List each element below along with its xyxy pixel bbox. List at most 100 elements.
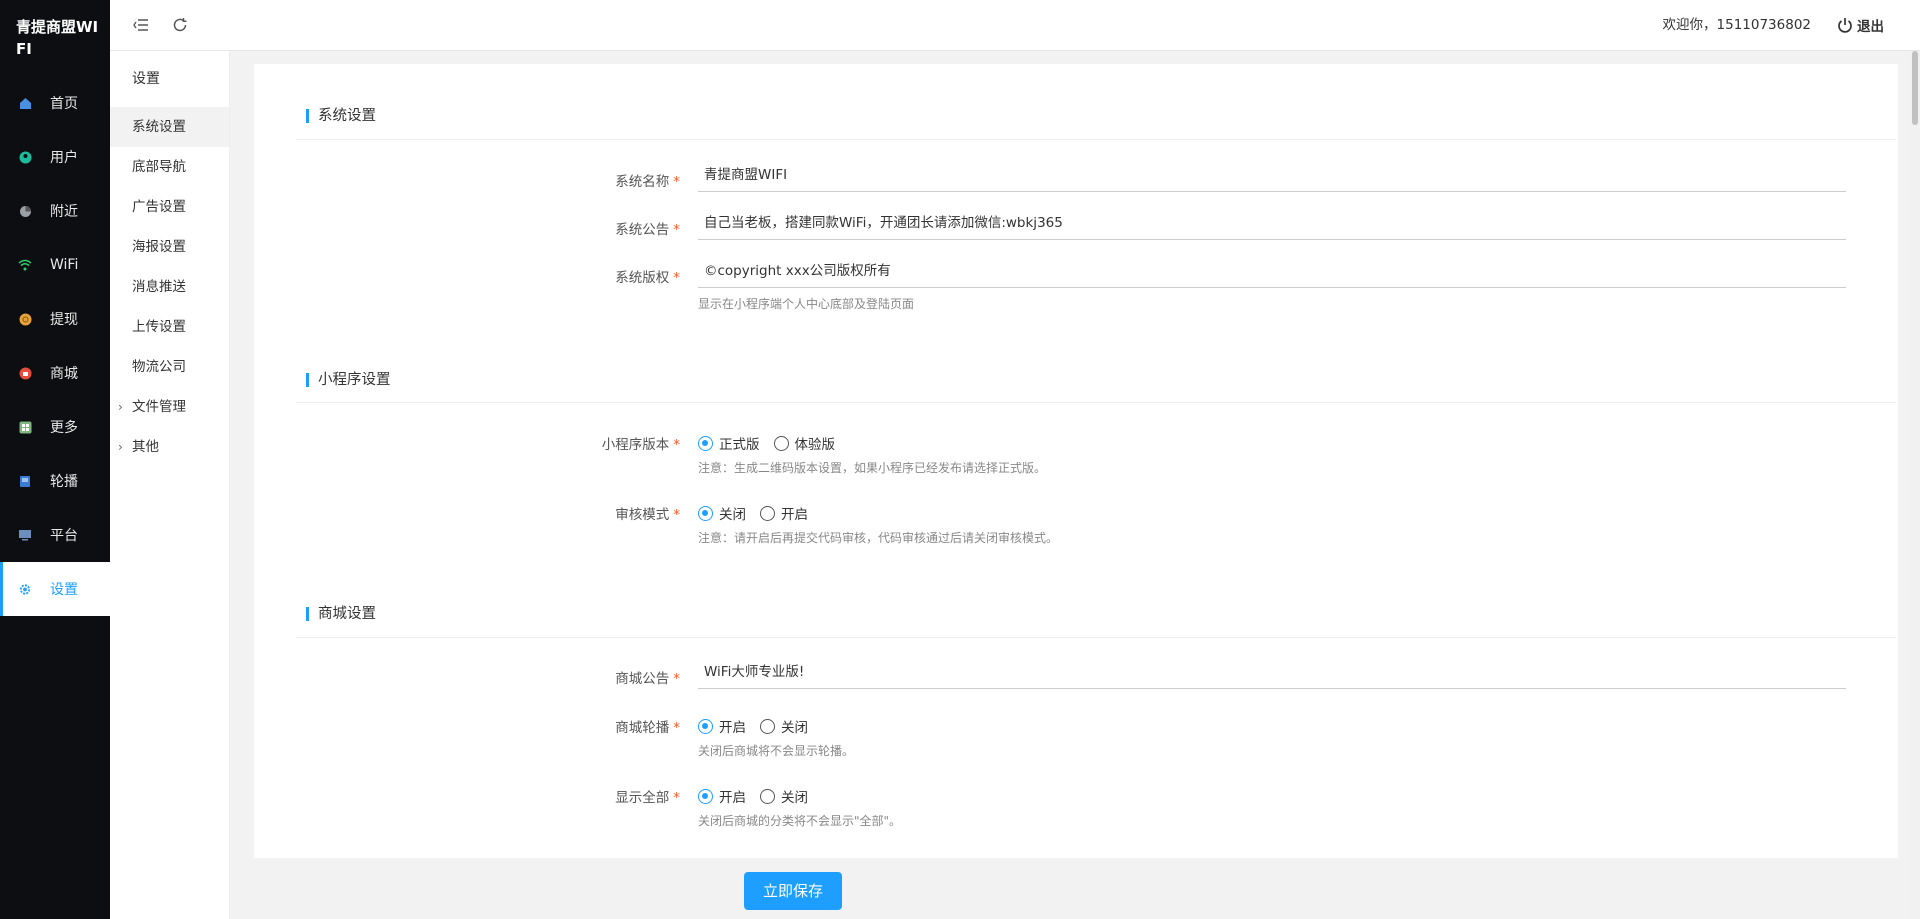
- sidebar-item-7[interactable]: 轮播: [0, 454, 110, 508]
- system-copyright-input[interactable]: [698, 254, 1846, 288]
- location-icon: [18, 204, 32, 218]
- radio-unchecked-icon: [760, 505, 775, 521]
- sidebar-item-label: 轮播: [50, 474, 78, 490]
- sidebar-item-label: 首页: [50, 96, 78, 112]
- sidebar-item-1[interactable]: 用户: [0, 130, 110, 184]
- power-icon: [1838, 18, 1852, 33]
- submenu-item-label: 广告设置: [132, 199, 186, 215]
- review-option-on[interactable]: 开启: [760, 503, 808, 523]
- review-label: 审核模式 *: [615, 507, 680, 523]
- review-radio-group: 关闭 开启: [698, 503, 822, 523]
- logout-label: 退出: [1857, 19, 1884, 35]
- system-notice-input[interactable]: [698, 206, 1846, 240]
- radio-checked-icon: [698, 435, 713, 451]
- user-icon: [18, 150, 32, 164]
- review-option-off[interactable]: 关闭: [698, 503, 746, 523]
- system-copyright-label: 系统版权 *: [615, 270, 680, 286]
- shop-notice-input[interactable]: [698, 655, 1846, 689]
- submenu-item-label: 其他: [132, 439, 159, 455]
- submenu-item-6[interactable]: 物流公司: [110, 347, 229, 387]
- submenu-item-3[interactable]: 海报设置: [110, 227, 229, 267]
- submenu-item-0[interactable]: 系统设置: [110, 107, 229, 147]
- submenu-item-1[interactable]: 底部导航: [110, 147, 229, 187]
- refresh-icon: [173, 18, 187, 32]
- shop-carousel-label: 商城轮播 *: [615, 720, 680, 736]
- version-option-release[interactable]: 正式版: [698, 433, 760, 453]
- sidebar-item-3[interactable]: WiFi: [0, 238, 110, 292]
- main-sidebar: 青提商盟WIFI 首页用户附近 WiFi 提现商城更多轮播平台设置: [0, 0, 110, 919]
- home-icon: [18, 96, 32, 110]
- carousel-icon: [18, 474, 32, 488]
- sidebar-item-label: 用户: [50, 150, 78, 166]
- shop-notice-label: 商城公告 *: [615, 671, 680, 687]
- chevron-right-icon: ›: [118, 440, 123, 454]
- radio-unchecked-icon: [760, 718, 775, 734]
- brand-logo: 青提商盟WIFI: [16, 18, 99, 58]
- coin-icon: [18, 312, 32, 326]
- sidebar-item-9[interactable]: 设置: [0, 562, 110, 616]
- review-hint: 注意：请开启后再提交代码审核，代码审核通过后请关闭审核模式。: [698, 531, 1059, 545]
- section-divider: [296, 637, 1896, 638]
- sidebar-item-label: WiFi: [50, 257, 79, 273]
- radio-unchecked-icon: [760, 788, 775, 804]
- submenu-item-label: 文件管理: [132, 399, 186, 415]
- system-name-label: 系统名称 *: [615, 174, 680, 190]
- showall-radio-group: 开启 关闭: [698, 786, 822, 806]
- sidebar-item-label: 平台: [50, 528, 78, 544]
- section-title-system: 系统设置: [306, 105, 376, 127]
- scrollbar-thumb[interactable]: [1912, 51, 1918, 125]
- submenu-item-label: 消息推送: [132, 279, 186, 295]
- showall-option-on[interactable]: 开启: [698, 786, 746, 806]
- sidebar-item-8[interactable]: 平台: [0, 508, 110, 562]
- version-label: 小程序版本 *: [601, 437, 680, 453]
- gear-icon: [18, 582, 32, 596]
- submenu-item-5[interactable]: 上传设置: [110, 307, 229, 347]
- version-radio-group: 正式版 体验版: [698, 433, 849, 453]
- submenu-item-label: 物流公司: [132, 359, 186, 375]
- section-divider: [296, 139, 1896, 140]
- menu-fold-icon: [133, 19, 148, 31]
- sidebar-item-label: 更多: [50, 420, 78, 436]
- settings-form: 系统设置 系统名称* 系统公告* 系统版权* 显示在小程序端个人中心底部及登陆页…: [254, 64, 1898, 858]
- sidebar-item-4[interactable]: 提现: [0, 292, 110, 346]
- carousel-option-on[interactable]: 开启: [698, 716, 746, 736]
- save-button[interactable]: 立即保存: [744, 872, 842, 910]
- sidebar-item-2[interactable]: 附近: [0, 184, 110, 238]
- submenu-item-label: 底部导航: [132, 159, 186, 175]
- submenu-item-8[interactable]: › 其他: [110, 427, 229, 467]
- grid-icon: [18, 420, 32, 434]
- sidebar-item-label: 商城: [50, 366, 78, 382]
- radio-unchecked-icon: [773, 435, 789, 451]
- copyright-hint: 显示在小程序端个人中心底部及登陆页面: [698, 297, 915, 311]
- system-notice-label: 系统公告 *: [615, 222, 680, 238]
- collapse-menu-button[interactable]: [130, 14, 152, 36]
- system-name-input[interactable]: [698, 158, 1846, 192]
- settings-submenu: 设置 系统设置底部导航广告设置海报设置消息推送上传设置物流公司 › 文件管理 › 其他: [110, 51, 230, 919]
- sidebar-item-label: 提现: [50, 312, 78, 328]
- carousel-option-off[interactable]: 关闭: [760, 716, 808, 736]
- page-scrollbar[interactable]: [1910, 51, 1920, 919]
- section-title-shop: 商城设置: [306, 603, 376, 625]
- top-header: 欢迎你，15110736802 退出: [110, 0, 1920, 51]
- version-option-trial[interactable]: 体验版: [773, 433, 835, 453]
- wifi-icon: [18, 258, 32, 272]
- sidebar-item-0[interactable]: 首页: [0, 76, 110, 130]
- showall-option-off[interactable]: 关闭: [760, 786, 808, 806]
- submenu-item-7[interactable]: › 文件管理: [110, 387, 229, 427]
- logout-button[interactable]: 退出: [1837, 0, 1884, 50]
- sidebar-item-6[interactable]: 更多: [0, 400, 110, 454]
- submenu-item-2[interactable]: 广告设置: [110, 187, 229, 227]
- section-divider: [296, 402, 1896, 403]
- sidebar-item-5[interactable]: 商城: [0, 346, 110, 400]
- monitor-icon: [18, 528, 32, 542]
- submenu-item-label: 海报设置: [132, 239, 186, 255]
- refresh-button[interactable]: [169, 14, 191, 36]
- chevron-right-icon: ›: [118, 400, 123, 414]
- shop-showall-label: 显示全部 *: [615, 790, 680, 806]
- radio-checked-icon: [698, 788, 713, 804]
- radio-checked-icon: [698, 505, 713, 521]
- submenu-item-4[interactable]: 消息推送: [110, 267, 229, 307]
- submenu-title: 设置: [132, 71, 160, 87]
- carousel-hint: 关闭后商城将不会显示轮播。: [698, 744, 855, 758]
- welcome-text: 欢迎你，15110736802: [1662, 17, 1811, 33]
